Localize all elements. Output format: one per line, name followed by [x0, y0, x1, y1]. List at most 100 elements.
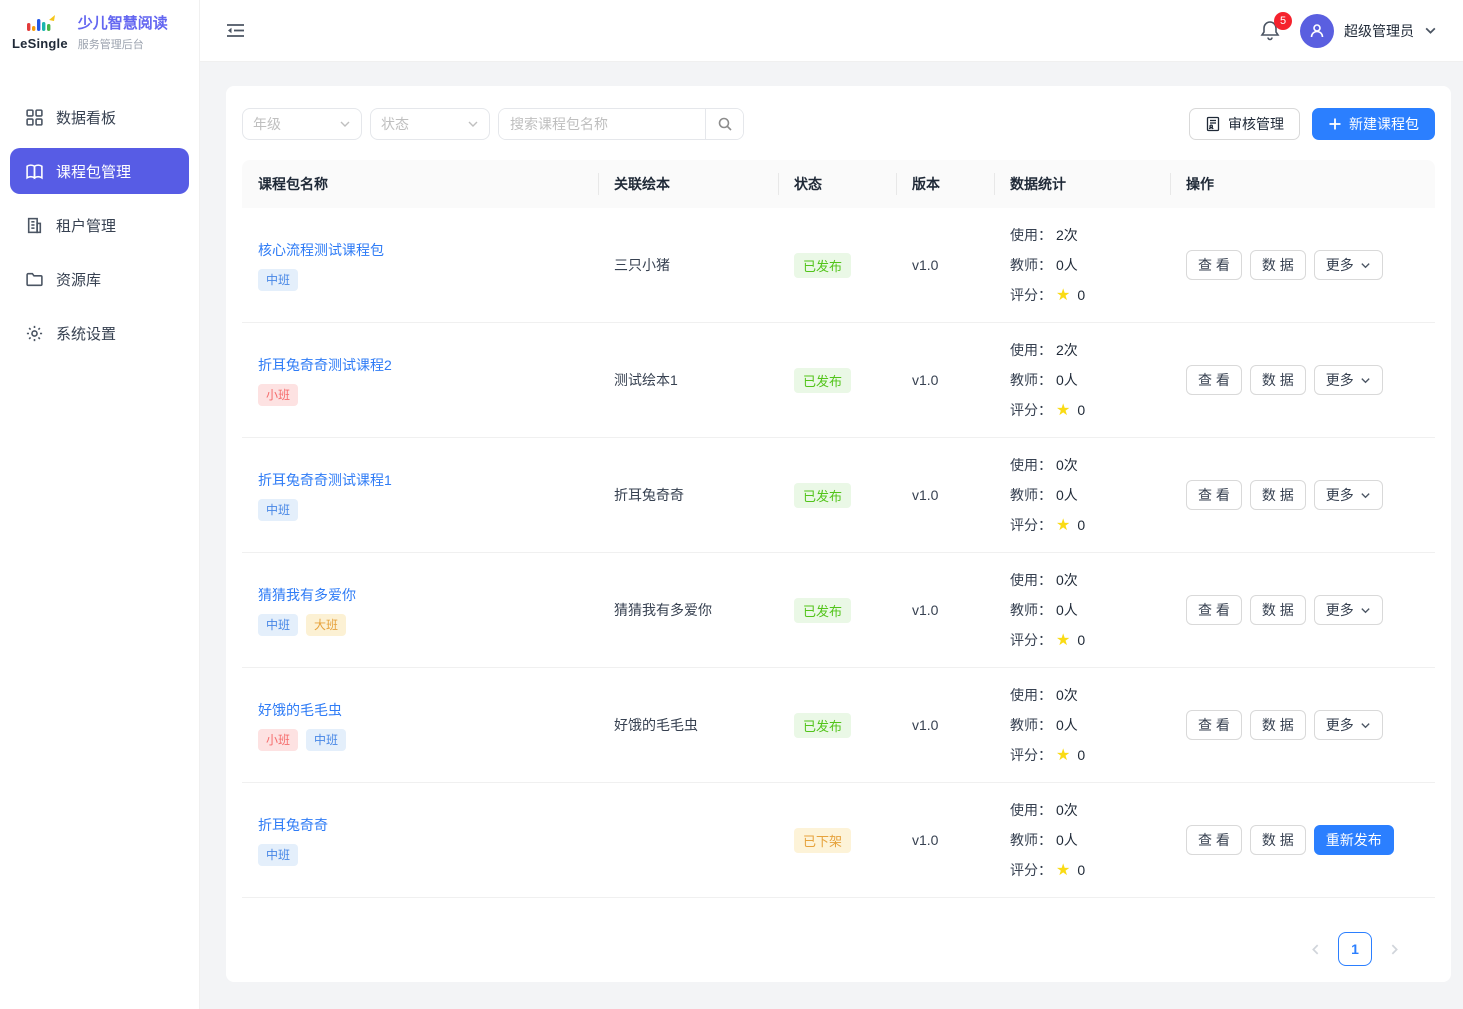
book-icon — [24, 161, 44, 181]
status-select-placeholder: 状态 — [381, 114, 409, 134]
table-row: 猜猜我有多爱你中班大班猜猜我有多爱你已发布v1.0使用：0次教师：0人评分：★0… — [242, 553, 1435, 668]
status-badge: 已下架 — [794, 828, 851, 853]
column-header-actions: 操作 — [1170, 160, 1435, 208]
grade-tag: 中班 — [258, 614, 298, 636]
version-cell: v1.0 — [896, 323, 994, 437]
course-package-link[interactable]: 折耳兔奇奇测试课程1 — [258, 470, 392, 490]
sidebar-item-label: 数据看板 — [56, 107, 116, 128]
sidebar-item-4[interactable]: 系统设置 — [10, 310, 189, 356]
rating-stat: 评分：★0 — [1010, 511, 1085, 540]
status-badge: 已发布 — [794, 368, 851, 393]
search-input[interactable] — [499, 109, 705, 139]
view-button[interactable]: 查 看 — [1186, 710, 1242, 740]
notification-bell-icon[interactable]: 5 — [1258, 18, 1284, 44]
course-package-link[interactable]: 核心流程测试课程包 — [258, 240, 384, 260]
actions-cell: 查 看数 据更多 — [1170, 668, 1435, 782]
more-button[interactable]: 更多 — [1314, 480, 1383, 510]
data-button[interactable]: 数 据 — [1250, 250, 1306, 280]
data-button[interactable]: 数 据 — [1250, 595, 1306, 625]
user-menu[interactable]: 超级管理员 — [1300, 14, 1437, 48]
star-icon: ★ — [1056, 856, 1070, 885]
data-button[interactable]: 数 据 — [1250, 365, 1306, 395]
sidebar-item-1[interactable]: 课程包管理 — [10, 148, 189, 194]
chevron-down-icon — [1424, 24, 1437, 37]
sidebar-nav: 数据看板课程包管理租户管理资源库系统设置 — [0, 94, 199, 356]
sidebar-item-2[interactable]: 租户管理 — [10, 202, 189, 248]
grade-tag-list: 中班大班 — [258, 614, 346, 636]
actions-cell: 查 看数 据更多 — [1170, 208, 1435, 322]
data-button[interactable]: 数 据 — [1250, 710, 1306, 740]
related-book-cell — [598, 783, 778, 897]
column-header-version: 版本 — [896, 160, 994, 208]
status-cell: 已发布 — [778, 668, 896, 782]
grade-select[interactable]: 年级 — [242, 108, 362, 140]
view-button[interactable]: 查 看 — [1186, 365, 1242, 395]
audit-management-button[interactable]: 审核管理 — [1189, 108, 1300, 140]
actions-cell: 查 看数 据更多 — [1170, 438, 1435, 552]
chevron-down-icon — [1360, 490, 1371, 501]
brand: LeSingle 少儿智慧阅读 服务管理后台 — [0, 0, 199, 66]
app-title: 少儿智慧阅读 — [78, 12, 168, 33]
chevron-down-icon — [467, 118, 479, 130]
column-header-book: 关联绘本 — [598, 160, 778, 208]
teacher-stat: 教师：0人 — [1010, 366, 1078, 395]
status-cell: 已发布 — [778, 208, 896, 322]
more-button[interactable]: 更多 — [1314, 365, 1383, 395]
data-button[interactable]: 数 据 — [1250, 480, 1306, 510]
status-cell: 已发布 — [778, 553, 896, 667]
search-group — [498, 108, 744, 140]
next-page-icon[interactable] — [1388, 943, 1401, 956]
usage-stat: 使用：2次 — [1010, 221, 1078, 250]
view-button[interactable]: 查 看 — [1186, 825, 1242, 855]
table-row: 核心流程测试课程包中班三只小猪已发布v1.0使用：2次教师：0人评分：★0查 看… — [242, 208, 1435, 323]
more-button[interactable]: 更多 — [1314, 250, 1383, 280]
menu-fold-icon[interactable] — [226, 19, 250, 43]
more-button[interactable]: 更多 — [1314, 710, 1383, 740]
status-cell: 已下架 — [778, 783, 896, 897]
version-cell: v1.0 — [896, 438, 994, 552]
grade-tag-list: 中班 — [258, 269, 298, 291]
course-package-link[interactable]: 折耳兔奇奇 — [258, 815, 328, 835]
table-row: 折耳兔奇奇中班已下架v1.0使用：0次教师：0人评分：★0查 看数 据重新发布 — [242, 783, 1435, 898]
teacher-stat: 教师：0人 — [1010, 826, 1078, 855]
sidebar-item-3[interactable]: 资源库 — [10, 256, 189, 302]
usage-stat: 使用：0次 — [1010, 796, 1078, 825]
course-package-link[interactable]: 猜猜我有多爱你 — [258, 585, 356, 605]
prev-page-icon[interactable] — [1309, 943, 1322, 956]
grade-tag: 小班 — [258, 384, 298, 406]
sidebar-item-label: 租户管理 — [56, 215, 116, 236]
chevron-down-icon — [1360, 375, 1371, 386]
actions-cell: 查 看数 据更多 — [1170, 553, 1435, 667]
more-button-label: 更多 — [1326, 255, 1354, 275]
view-button[interactable]: 查 看 — [1186, 480, 1242, 510]
rating-stat: 评分：★0 — [1010, 396, 1085, 425]
gear-icon — [24, 323, 44, 343]
more-button[interactable]: 更多 — [1314, 595, 1383, 625]
stats-cell: 使用：0次教师：0人评分：★0 — [994, 668, 1170, 782]
sidebar-item-0[interactable]: 数据看板 — [10, 94, 189, 140]
search-icon — [717, 116, 733, 132]
table-row: 折耳兔奇奇测试课程1中班折耳兔奇奇已发布v1.0使用：0次教师：0人评分：★0查… — [242, 438, 1435, 553]
actions-cell: 查 看数 据重新发布 — [1170, 783, 1435, 897]
view-button[interactable]: 查 看 — [1186, 595, 1242, 625]
plus-icon — [1328, 117, 1342, 131]
usage-stat: 使用：0次 — [1010, 681, 1078, 710]
actions-cell: 查 看数 据更多 — [1170, 323, 1435, 437]
view-button[interactable]: 查 看 — [1186, 250, 1242, 280]
course-package-link[interactable]: 好饿的毛毛虫 — [258, 700, 342, 720]
data-button[interactable]: 数 据 — [1250, 825, 1306, 855]
topbar: 5 超级管理员 — [200, 0, 1463, 62]
table-row: 好饿的毛毛虫小班中班好饿的毛毛虫已发布v1.0使用：0次教师：0人评分：★0查 … — [242, 668, 1435, 783]
republish-button[interactable]: 重新发布 — [1314, 825, 1394, 855]
create-course-package-button[interactable]: 新建课程包 — [1312, 108, 1435, 140]
lesingle-logo-icon — [20, 14, 60, 36]
page-number-1[interactable]: 1 — [1338, 932, 1372, 966]
grade-tag: 中班 — [258, 269, 298, 291]
column-header-stats: 数据统计 — [994, 160, 1170, 208]
course-package-link[interactable]: 折耳兔奇奇测试课程2 — [258, 355, 392, 375]
search-button[interactable] — [705, 109, 743, 139]
more-button-label: 更多 — [1326, 485, 1354, 505]
status-select[interactable]: 状态 — [370, 108, 490, 140]
star-icon: ★ — [1056, 511, 1070, 540]
version-cell: v1.0 — [896, 668, 994, 782]
